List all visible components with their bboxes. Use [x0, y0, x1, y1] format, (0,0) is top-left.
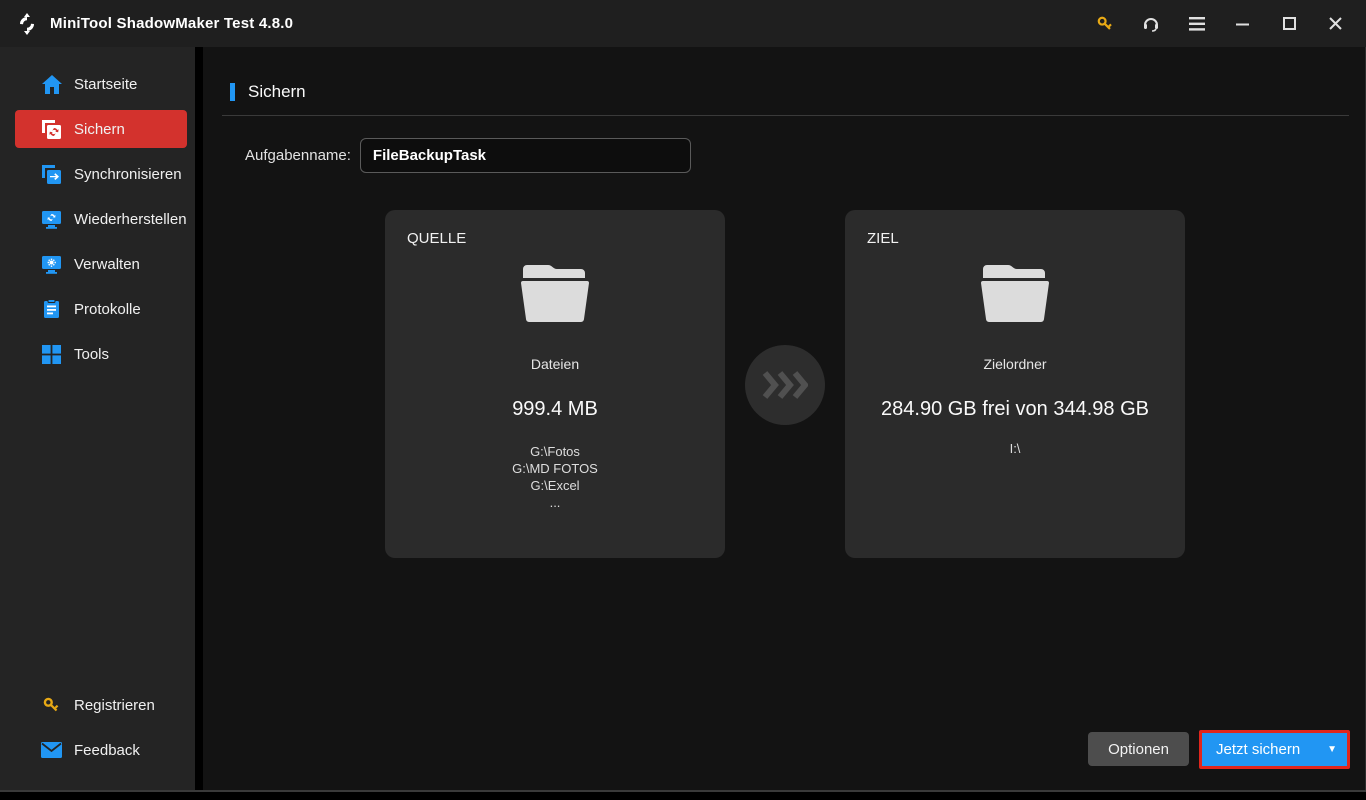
sidebar-item-label: Startseite [74, 75, 138, 93]
source-size: 999.4 MB [512, 398, 598, 420]
sidebar-item-sichern[interactable]: Sichern [15, 110, 187, 148]
app-window: MiniTool ShadowMaker Test 4.8.0 Startsei… [0, 0, 1366, 800]
app-logo-icon [20, 12, 34, 35]
source-path: G:\Excel [530, 478, 580, 493]
header-divider [222, 115, 1349, 116]
task-name-label: Aufgabenname: [245, 147, 351, 164]
task-name-input[interactable] [359, 138, 691, 173]
sidebar-item-protokolle[interactable]: Protokolle [15, 290, 187, 328]
chevrons-icon [762, 371, 808, 399]
source-path: G:\Fotos [530, 444, 580, 459]
app-title: MiniTool ShadowMaker Test 4.8.0 [50, 15, 294, 32]
sidebar-item-feedback[interactable]: Feedback [15, 731, 187, 769]
source-path: G:\MD FOTOS [512, 461, 598, 476]
sidebar-item-label: Registrieren [74, 696, 155, 714]
options-button[interactable]: Optionen [1088, 732, 1189, 766]
logs-icon [41, 299, 62, 320]
target-card-title: ZIEL [867, 230, 899, 247]
source-name: Dateien [530, 356, 580, 372]
sidebar: Startseite Sichern Synchronisieren Wiede… [0, 47, 195, 790]
sidebar-item-tools[interactable]: Tools [15, 335, 187, 373]
sidebar-item-label: Wiederherstellen [74, 210, 187, 228]
sidebar-item-verwalten[interactable]: Verwalten [15, 245, 187, 283]
folder-icon [521, 265, 589, 322]
backup-now-label: Jetzt sichern [1216, 741, 1301, 758]
license-key-icon[interactable] [1088, 9, 1122, 39]
sidebar-item-label: Feedback [74, 741, 140, 759]
maximize-icon[interactable] [1272, 9, 1306, 39]
tools-icon [41, 344, 62, 365]
section-accent-bar [230, 83, 235, 101]
menu-icon[interactable] [1180, 9, 1214, 39]
folder-icon [981, 265, 1049, 322]
minimize-icon[interactable] [1226, 9, 1260, 39]
register-key-icon [41, 695, 62, 716]
sidebar-item-label: Verwalten [74, 255, 140, 273]
sidebar-item-label: Sichern [74, 120, 125, 138]
sync-icon [41, 164, 62, 185]
backup-now-button[interactable]: Jetzt sichern ▼ [1202, 733, 1347, 766]
source-paths: G:\Fotos G:\MD FOTOS G:\Excel ... [407, 443, 703, 511]
manage-icon [41, 254, 62, 275]
source-card-title: QUELLE [407, 230, 467, 247]
sidebar-item-label: Synchronisieren [74, 165, 182, 183]
titlebar: MiniTool ShadowMaker Test 4.8.0 [0, 0, 1366, 47]
source-card[interactable]: QUELLE Dateien 999.4 MB G:\Fotos G:\MD F… [385, 210, 725, 558]
target-free-space: 284.90 GB frei von 344.98 GB [881, 398, 1149, 420]
sidebar-item-label: Tools [74, 345, 110, 363]
support-headset-icon[interactable] [1134, 9, 1168, 39]
sidebar-item-wiederherstellen[interactable]: Wiederherstellen [15, 200, 187, 238]
close-icon[interactable] [1318, 9, 1352, 39]
page-title: Sichern [248, 82, 306, 101]
sidebar-divider [195, 47, 203, 790]
sidebar-item-registrieren[interactable]: Registrieren [15, 686, 187, 724]
source-to-target-arrow [745, 345, 825, 425]
restore-icon [41, 209, 62, 230]
main-content: Sichern Aufgabenname: QUELLE Dateien 999… [203, 47, 1366, 790]
mail-icon [41, 740, 62, 761]
window-bottom-edge [0, 790, 1366, 800]
backup-icon [41, 119, 62, 140]
sidebar-item-label: Protokolle [74, 300, 141, 318]
source-path-ellipsis: ... [549, 495, 561, 510]
home-icon [41, 74, 62, 95]
sidebar-item-startseite[interactable]: Startseite [15, 65, 187, 103]
target-path: I:\ [1009, 441, 1021, 456]
target-name: Zielordner [983, 356, 1047, 372]
dropdown-caret-icon[interactable]: ▼ [1327, 744, 1337, 755]
backup-now-highlight: Jetzt sichern ▼ [1199, 730, 1350, 769]
sidebar-item-synchronisieren[interactable]: Synchronisieren [15, 155, 187, 193]
target-card[interactable]: ZIEL Zielordner 284.90 GB frei von 344.9… [845, 210, 1185, 558]
